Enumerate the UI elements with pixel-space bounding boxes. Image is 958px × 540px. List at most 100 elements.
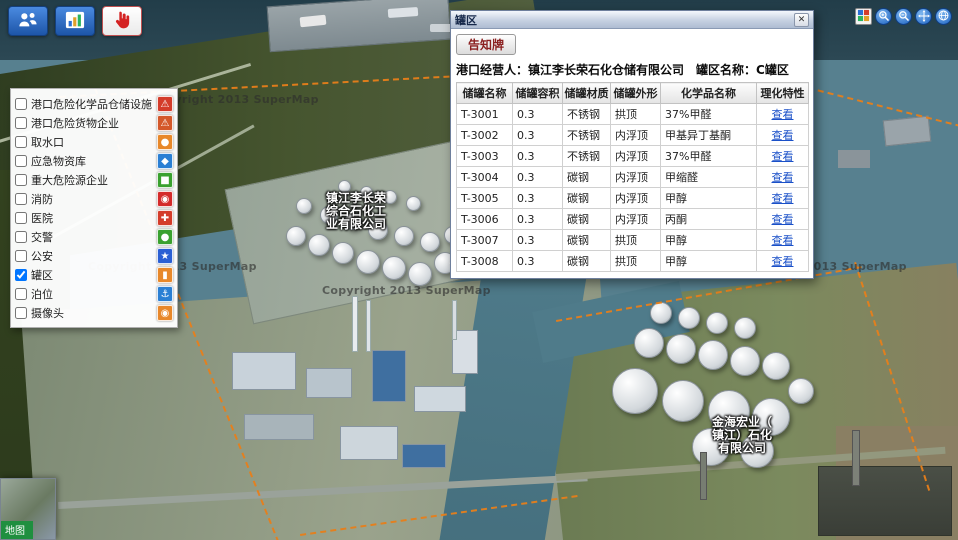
- layer-checkbox[interactable]: [15, 250, 27, 262]
- tank-shape: 内浮顶: [611, 125, 661, 146]
- layer-checkbox[interactable]: [15, 212, 27, 224]
- view-link[interactable]: 查看: [772, 192, 794, 205]
- statistics-button[interactable]: [55, 6, 95, 36]
- pointing-hand-icon: [112, 10, 132, 33]
- tank-name: T-3001: [457, 104, 513, 125]
- table-row: T-3006 0.3 碳钢 内浮顶 丙酮 查看: [457, 209, 809, 230]
- operator-value: 镇江李长荣石化仓储有限公司: [528, 63, 684, 77]
- fire-station-icon: ◉: [157, 191, 173, 207]
- col-tank-material: 储罐材质: [563, 83, 611, 104]
- chemical-name: 37%甲醛: [661, 146, 757, 167]
- layer-label: 交警: [31, 229, 153, 245]
- view-link[interactable]: 查看: [772, 213, 794, 226]
- anchor-icon: ⚓: [157, 286, 173, 302]
- layer-item-emergency-depot[interactable]: 应急物资库 ◆: [15, 151, 173, 170]
- population-button[interactable]: [8, 6, 48, 36]
- layer-item-traffic-police[interactable]: 交警 ●: [15, 227, 173, 246]
- zoom-out-icon: [898, 7, 910, 26]
- layer-item-tank-area[interactable]: 罐区 ▮: [15, 265, 173, 284]
- table-row: T-3001 0.3 不锈钢 拱顶 37%甲醛 查看: [457, 104, 809, 125]
- layer-label: 公安: [31, 248, 153, 264]
- layout-panes-button[interactable]: [855, 8, 872, 25]
- tank-area-dialog: 罐区 ✕ 告知牌 港口经营人：镇江李长荣石化仓储有限公司罐区名称：C罐区 储罐名…: [450, 10, 814, 279]
- layer-checkbox[interactable]: [15, 98, 27, 110]
- chemical-name: 37%甲醛: [661, 104, 757, 125]
- tank-material: 不锈钢: [563, 104, 611, 125]
- water-drop-icon: ●: [157, 134, 173, 150]
- pan-button[interactable]: [915, 8, 932, 25]
- area-value: C罐区: [756, 63, 789, 77]
- chemical-name: 甲基异丁基酮: [661, 125, 757, 146]
- area-label: 罐区名称：: [696, 63, 756, 77]
- dialog-titlebar[interactable]: 罐区 ✕: [451, 11, 813, 29]
- chemical-name: 丙酮: [661, 209, 757, 230]
- zoom-in-icon: [878, 7, 890, 26]
- zoom-in-button[interactable]: [875, 8, 892, 25]
- view-link[interactable]: 查看: [772, 108, 794, 121]
- copyright-watermark: Copyright 2013 SuperMap: [322, 284, 491, 297]
- layer-label: 港口危险化学品仓储设施: [31, 96, 153, 112]
- tank-volume: 0.3: [513, 188, 563, 209]
- layer-label: 摄像头: [31, 305, 153, 321]
- main-toolbar: [8, 6, 142, 36]
- map-viewport[interactable]: Copyright 2013 SuperMap Copyright 2013 S…: [0, 0, 958, 540]
- layer-item-camera[interactable]: 摄像头 ◉: [15, 303, 173, 322]
- layer-item-danger-goods[interactable]: 港口危险货物企业 ⚠: [15, 113, 173, 132]
- layer-item-public-security[interactable]: 公安 ★: [15, 246, 173, 265]
- layer-checkbox[interactable]: [15, 174, 27, 186]
- tank-material: 碳钢: [563, 230, 611, 251]
- tank-shape: 拱顶: [611, 251, 661, 272]
- touch-button[interactable]: [102, 6, 142, 36]
- tank-material: 不锈钢: [563, 146, 611, 167]
- col-tank-name: 储罐名称: [457, 83, 513, 104]
- tank-table: 储罐名称 储罐容积 储罐材质 储罐外形 化学品名称 理化特性 T-3001 0.…: [456, 82, 809, 272]
- layer-item-major-hazard[interactable]: 重大危险源企业 ■: [15, 170, 173, 189]
- hazard-warning-icon: ⚠: [157, 96, 173, 112]
- layer-label: 泊位: [31, 286, 153, 302]
- tank-shape: 拱顶: [611, 104, 661, 125]
- tank-name: T-3006: [457, 209, 513, 230]
- full-extent-button[interactable]: [935, 8, 952, 25]
- tank-name: T-3007: [457, 230, 513, 251]
- tank-volume: 0.3: [513, 209, 563, 230]
- view-link[interactable]: 查看: [772, 150, 794, 163]
- view-link[interactable]: 查看: [772, 255, 794, 268]
- layer-label: 医院: [31, 210, 153, 226]
- tank-area-info: 港口经营人：镇江李长荣石化仓储有限公司罐区名称：C罐区: [456, 61, 808, 78]
- view-link[interactable]: 查看: [772, 234, 794, 247]
- dialog-title: 罐区: [455, 12, 794, 28]
- operator-label: 港口经营人：: [456, 63, 528, 77]
- col-tank-shape: 储罐外形: [611, 83, 661, 104]
- view-link[interactable]: 查看: [772, 171, 794, 184]
- tank-name: T-3002: [457, 125, 513, 146]
- layer-item-berth[interactable]: 泊位 ⚓: [15, 284, 173, 303]
- layer-checkbox[interactable]: [15, 193, 27, 205]
- layer-checkbox[interactable]: [15, 117, 27, 129]
- layer-checkbox[interactable]: [15, 155, 27, 167]
- layer-checkbox[interactable]: [15, 231, 27, 243]
- table-row: T-3005 0.3 碳钢 内浮顶 甲醇 查看: [457, 188, 809, 209]
- layer-item-water-intake[interactable]: 取水口 ●: [15, 132, 173, 151]
- close-icon[interactable]: ✕: [794, 13, 809, 27]
- layer-checkbox[interactable]: [15, 288, 27, 300]
- tank-name: T-3005: [457, 188, 513, 209]
- layer-label: 消防: [31, 191, 153, 207]
- layer-item-hospital[interactable]: 医院 ✚: [15, 208, 173, 227]
- layer-checkbox[interactable]: [15, 136, 27, 148]
- layer-item-hazchem-storage[interactable]: 港口危险化学品仓储设施 ⚠: [15, 94, 173, 113]
- map-nav-controls: [855, 8, 952, 25]
- view-link[interactable]: 查看: [772, 129, 794, 142]
- globe-icon: [937, 7, 950, 26]
- hazard-warning-icon: ⚠: [157, 115, 173, 131]
- layer-checkbox[interactable]: [15, 269, 27, 281]
- layer-checkbox[interactable]: [15, 307, 27, 319]
- notice-board-button[interactable]: 告知牌: [456, 34, 516, 55]
- layer-item-fire[interactable]: 消防 ◉: [15, 189, 173, 208]
- overview-minimap[interactable]: 地图: [0, 478, 56, 540]
- tank-shape: 内浮顶: [611, 209, 661, 230]
- tank-shape: 内浮顶: [611, 167, 661, 188]
- layer-label: 重大危险源企业: [31, 172, 153, 188]
- zoom-out-button[interactable]: [895, 8, 912, 25]
- layer-label: 取水口: [31, 134, 153, 150]
- traffic-police-icon: ●: [157, 229, 173, 245]
